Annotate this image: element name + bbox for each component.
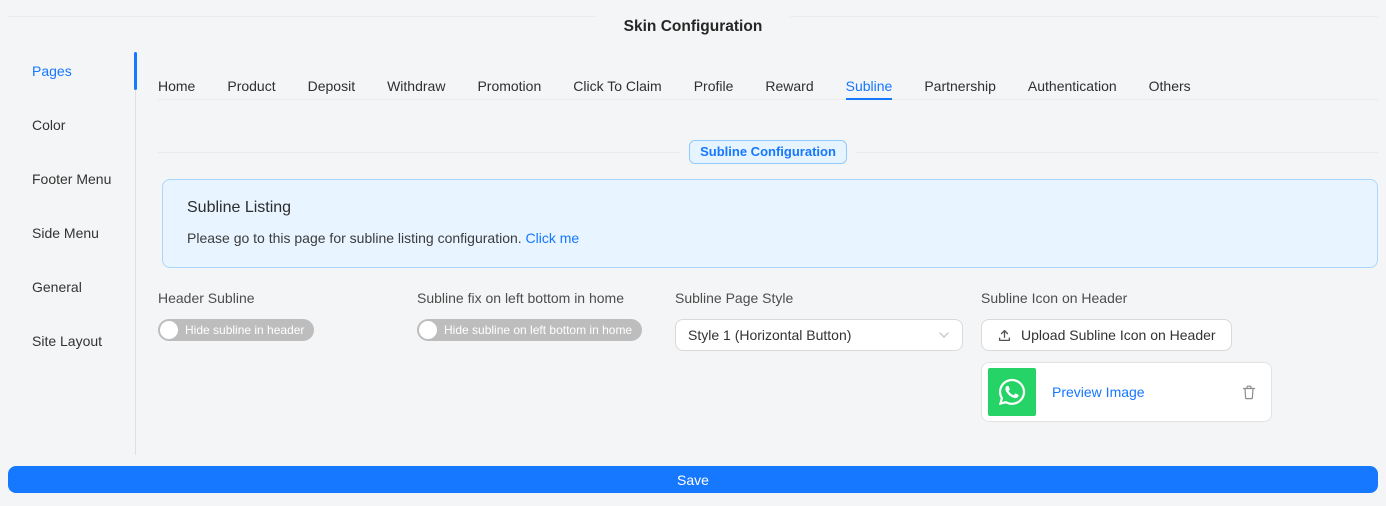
chevron-down-icon <box>938 329 950 341</box>
click-me-link[interactable]: Click me <box>526 230 580 246</box>
tab-profile[interactable]: Profile <box>694 70 734 99</box>
section-divider-line <box>158 152 681 153</box>
tab-subline[interactable]: Subline <box>846 70 893 99</box>
field-header-subline: Header Subline Hide subline in header <box>158 290 417 341</box>
sidebar-item-label: Color <box>32 117 65 133</box>
sidebar: Pages Color Footer Menu Side Menu Genera… <box>0 44 136 368</box>
sidebar-item-label: General <box>32 279 82 295</box>
sidebar-item-label: Pages <box>32 63 72 79</box>
field-subline-icon-header: Subline Icon on Header Upload Subline Ic… <box>981 290 1378 422</box>
sidebar-item-label: Side Menu <box>32 225 99 241</box>
subline-page-style-select[interactable]: Style 1 (Horizontal Button) <box>675 319 963 351</box>
sidebar-item-color[interactable]: Color <box>0 98 136 152</box>
main-layout: Pages Color Footer Menu Side Menu Genera… <box>0 44 1386 422</box>
select-value: Style 1 (Horizontal Button) <box>688 327 938 343</box>
section-badge: Subline Configuration <box>689 140 847 164</box>
trash-icon <box>1241 384 1257 401</box>
field-label: Subline Page Style <box>675 290 981 306</box>
tab-partnership[interactable]: Partnership <box>924 70 996 99</box>
field-subline-fix-home: Subline fix on left bottom in home Hide … <box>417 290 675 341</box>
section-divider-line <box>855 152 1378 153</box>
toggle-label: Hide subline on left bottom in home <box>444 323 632 337</box>
upload-subline-icon-button[interactable]: Upload Subline Icon on Header <box>981 319 1232 351</box>
tab-deposit[interactable]: Deposit <box>308 70 355 99</box>
tab-home[interactable]: Home <box>158 70 195 99</box>
field-subline-page-style: Subline Page Style Style 1 (Horizontal B… <box>675 290 981 351</box>
tab-click-to-claim[interactable]: Click To Claim <box>573 70 661 99</box>
section-divider: Subline Configuration <box>158 140 1378 164</box>
page-title: Skin Configuration <box>0 18 1386 36</box>
info-box-message: Please go to this page for subline listi… <box>187 230 522 246</box>
hide-subline-left-bottom-toggle[interactable]: Hide subline on left bottom in home <box>417 319 642 341</box>
hide-subline-in-header-toggle[interactable]: Hide subline in header <box>158 319 314 341</box>
upload-icon <box>997 328 1012 343</box>
sidebar-item-side-menu[interactable]: Side Menu <box>0 206 136 260</box>
sidebar-item-label: Footer Menu <box>32 171 111 187</box>
header-divider-right <box>790 16 1378 17</box>
page-tabs: Home Product Deposit Withdraw Promotion … <box>158 70 1378 100</box>
save-button[interactable]: Save <box>8 466 1378 493</box>
field-label: Header Subline <box>158 290 417 306</box>
delete-icon-button[interactable] <box>1241 384 1257 401</box>
toggle-label: Hide subline in header <box>185 323 304 337</box>
sidebar-item-footer-menu[interactable]: Footer Menu <box>0 152 136 206</box>
tab-authentication[interactable]: Authentication <box>1028 70 1117 99</box>
tab-withdraw[interactable]: Withdraw <box>387 70 445 99</box>
upload-button-label: Upload Subline Icon on Header <box>1021 327 1216 343</box>
tab-promotion[interactable]: Promotion <box>477 70 541 99</box>
tab-product[interactable]: Product <box>227 70 275 99</box>
tab-reward[interactable]: Reward <box>765 70 813 99</box>
sidebar-item-pages[interactable]: Pages <box>0 44 136 98</box>
sidebar-item-label: Site Layout <box>32 333 102 349</box>
sidebar-item-site-layout[interactable]: Site Layout <box>0 314 136 368</box>
info-box-title: Subline Listing <box>187 199 1353 217</box>
tab-others[interactable]: Others <box>1149 70 1191 99</box>
field-label: Subline Icon on Header <box>981 290 1378 306</box>
content-area: Home Product Deposit Withdraw Promotion … <box>136 44 1378 422</box>
whatsapp-icon <box>988 368 1036 416</box>
uploaded-icon-preview-card: Preview Image <box>981 362 1272 422</box>
subline-listing-info-box: Subline Listing Please go to this page f… <box>162 179 1378 268</box>
header-divider-left <box>8 16 596 17</box>
info-box-text: Please go to this page for subline listi… <box>187 230 1353 246</box>
field-label: Subline fix on left bottom in home <box>417 290 675 306</box>
subline-settings-row: Header Subline Hide subline in header Su… <box>158 290 1378 422</box>
preview-image-link[interactable]: Preview Image <box>1052 384 1241 400</box>
sidebar-item-general[interactable]: General <box>0 260 136 314</box>
page-header: Skin Configuration <box>0 0 1386 44</box>
